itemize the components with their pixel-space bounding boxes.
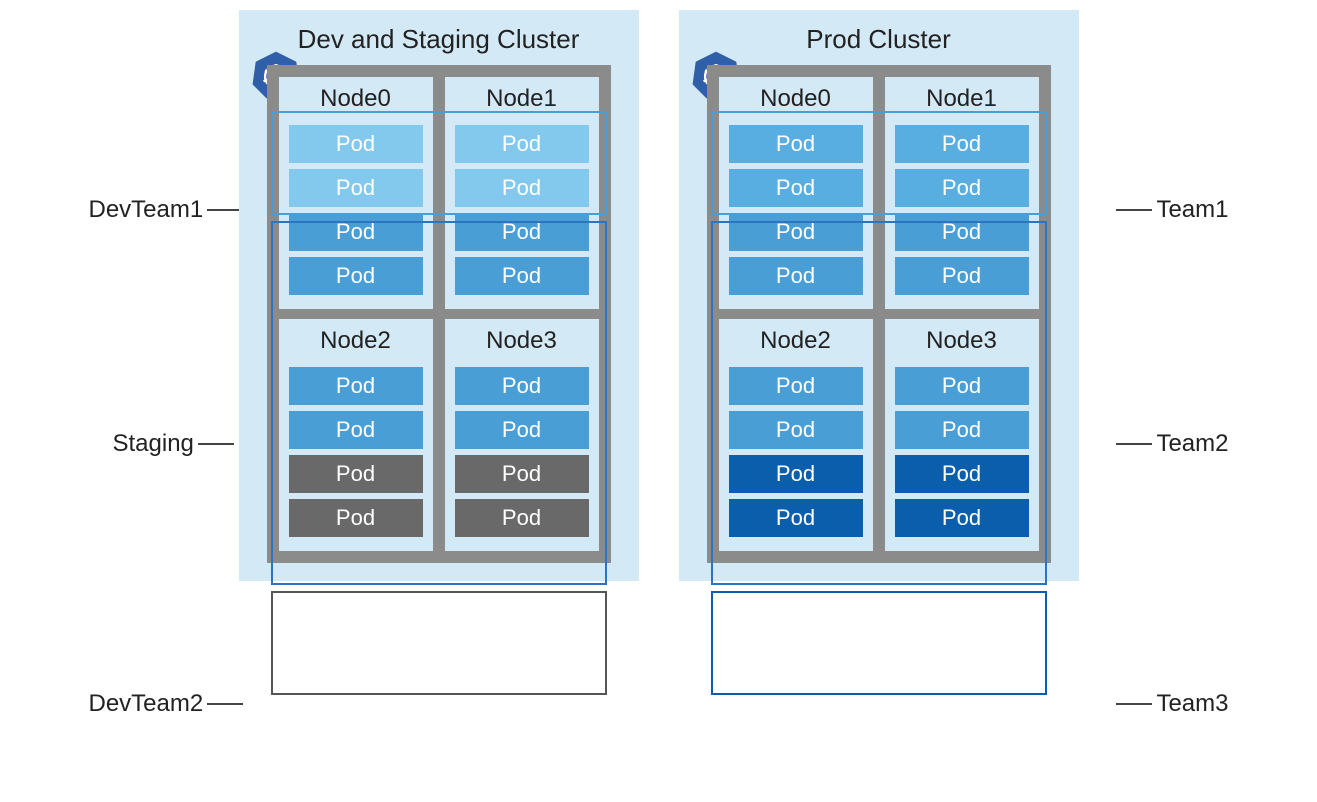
node0: Node0 Pod Pod Pod Pod (719, 77, 873, 309)
node-row-bottom: Node2 Pod Pod Pod Pod Node3 Pod Pod Pod … (719, 319, 1039, 551)
node-title: Node1 (885, 77, 1039, 119)
pod: Pod (895, 257, 1029, 295)
pod: Pod (729, 169, 863, 207)
label-text: Team3 (1156, 690, 1228, 718)
node2: Node2 Pod Pod Pod Pod (719, 319, 873, 551)
pod: Pod (455, 257, 589, 295)
node0: Node0 Pod Pod Pod Pod (279, 77, 433, 309)
connector-line (207, 703, 243, 705)
cluster-wrap-right: Team1 Team2 Team3 Prod Cluster (679, 10, 1229, 581)
node1: Node1 Pod Pod Pod Pod (445, 77, 599, 309)
pod: Pod (289, 169, 423, 207)
cluster-prod: Prod Cluster (679, 10, 1079, 581)
node-title: Node3 (885, 319, 1039, 361)
node-row-top: Node0 Pod Pod Pod Pod Node1 Pod Pod Pod … (719, 77, 1039, 309)
pod: Pod (895, 367, 1029, 405)
label-team3: Team3 (1112, 690, 1228, 718)
pod: Pod (895, 169, 1029, 207)
pod: Pod (729, 257, 863, 295)
connector-line (1116, 209, 1152, 211)
node3: Node3 Pod Pod Pod Pod (445, 319, 599, 551)
connector-line (1116, 703, 1152, 705)
pod: Pod (455, 411, 589, 449)
node-row-top: Node0 Pod Pod Pod Pod Node1 Pod Pod Pod … (279, 77, 599, 309)
node2: Node2 Pod Pod Pod Pod (279, 319, 433, 551)
node-title: Node1 (445, 77, 599, 119)
node1: Node1 Pod Pod Pod Pod (885, 77, 1039, 309)
connector-line (1116, 443, 1152, 445)
label-team1: Team1 (1112, 196, 1228, 224)
cluster-wrap-left: DevTeam1 Staging DevTeam2 Dev and Stagin… (89, 10, 639, 581)
pod: Pod (455, 367, 589, 405)
label-staging: Staging (113, 430, 238, 458)
diagram-root: DevTeam1 Staging DevTeam2 Dev and Stagin… (0, 0, 1317, 591)
pod: Pod (455, 125, 589, 163)
pod: Pod (455, 499, 589, 537)
team-box-devteam2 (271, 591, 607, 695)
node-title: Node0 (719, 77, 873, 119)
pod: Pod (289, 367, 423, 405)
pod: Pod (729, 499, 863, 537)
node-title: Node0 (279, 77, 433, 119)
connector-line (198, 443, 234, 445)
pod: Pod (895, 411, 1029, 449)
pod: Pod (895, 213, 1029, 251)
pod: Pod (455, 213, 589, 251)
pod: Pod (729, 367, 863, 405)
node3: Node3 Pod Pod Pod Pod (885, 319, 1039, 551)
pod: Pod (895, 499, 1029, 537)
label-devteam2: DevTeam2 (89, 690, 248, 718)
grey-box: Node0 Pod Pod Pod Pod Node1 Pod Pod Pod … (267, 65, 611, 563)
label-text: Staging (113, 430, 194, 458)
label-text: DevTeam2 (89, 690, 204, 718)
pod: Pod (289, 213, 423, 251)
pod: Pod (455, 169, 589, 207)
pod: Pod (729, 213, 863, 251)
label-text: Team1 (1156, 196, 1228, 224)
label-text: Team2 (1156, 430, 1228, 458)
pod: Pod (289, 499, 423, 537)
cluster-dev-staging: Dev and Staging Cluster (239, 10, 639, 581)
node-title: Node2 (279, 319, 433, 361)
node-title: Node2 (719, 319, 873, 361)
pod: Pod (729, 411, 863, 449)
pod: Pod (895, 455, 1029, 493)
label-team2: Team2 (1112, 430, 1228, 458)
pod: Pod (729, 455, 863, 493)
label-devteam1: DevTeam1 (89, 196, 248, 224)
node-row-bottom: Node2 Pod Pod Pod Pod Node3 Pod Pod Pod … (279, 319, 599, 551)
pod: Pod (455, 455, 589, 493)
pod: Pod (289, 411, 423, 449)
pod: Pod (895, 125, 1029, 163)
pod: Pod (289, 257, 423, 295)
pod: Pod (289, 455, 423, 493)
label-text: DevTeam1 (89, 196, 204, 224)
grey-box: Node0 Pod Pod Pod Pod Node1 Pod Pod Pod … (707, 65, 1051, 563)
pod: Pod (729, 125, 863, 163)
node-title: Node3 (445, 319, 599, 361)
pod: Pod (289, 125, 423, 163)
team-box-team3 (711, 591, 1047, 695)
